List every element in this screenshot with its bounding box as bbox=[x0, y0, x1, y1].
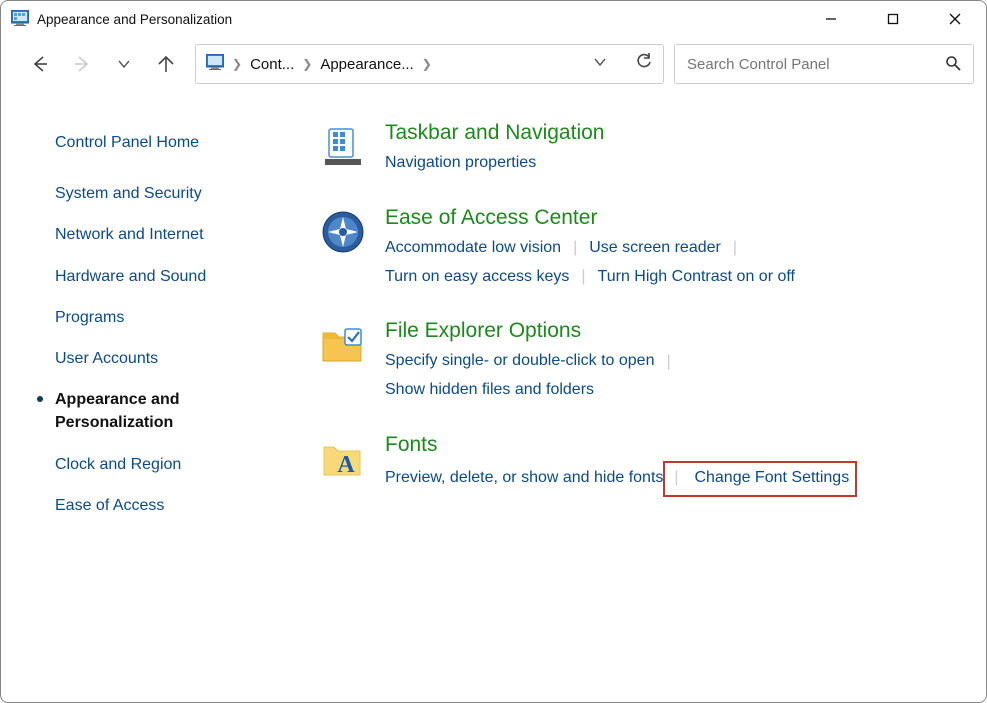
sidebar-item-label: Ease of Access bbox=[55, 494, 164, 517]
category-file-explorer: File Explorer Options Specify single- or… bbox=[321, 319, 956, 405]
breadcrumb-separator[interactable]: ❯ bbox=[422, 57, 432, 71]
sidebar-item-ease[interactable]: Ease of Access bbox=[37, 494, 279, 517]
category-title[interactable]: File Explorer Options bbox=[385, 319, 956, 343]
category-fonts: A Fonts Preview, delete, or show and hid… bbox=[321, 433, 956, 497]
sidebar-item-label: System and Security bbox=[55, 182, 202, 205]
refresh-button[interactable] bbox=[635, 53, 653, 75]
category-taskbar: Taskbar and Navigation Navigation proper… bbox=[321, 121, 956, 178]
sidebar-item-clock[interactable]: Clock and Region bbox=[37, 453, 279, 476]
sidebar-item-system[interactable]: System and Security bbox=[37, 182, 279, 205]
breadcrumb-separator[interactable]: ❯ bbox=[232, 57, 242, 71]
nav-buttons bbox=[13, 53, 185, 75]
window-controls bbox=[800, 1, 986, 37]
sidebar-item-home[interactable]: Control Panel Home bbox=[37, 131, 279, 154]
file-explorer-options-icon bbox=[321, 323, 365, 367]
link-preview-fonts[interactable]: Preview, delete, or show and hide fonts bbox=[385, 464, 663, 493]
control-panel-icon bbox=[206, 54, 224, 74]
breadcrumb-separator[interactable]: ❯ bbox=[302, 57, 312, 71]
sidebar-item-label: Appearance and Personalization bbox=[55, 388, 279, 434]
category-title[interactable]: Taskbar and Navigation bbox=[385, 121, 956, 145]
link-use-screen-reader[interactable]: Use screen reader bbox=[589, 234, 721, 263]
link-hidden-files[interactable]: Show hidden files and folders bbox=[385, 376, 594, 405]
sidebar-item-users[interactable]: User Accounts bbox=[37, 347, 279, 370]
link-separator: | bbox=[573, 239, 577, 257]
up-button[interactable] bbox=[155, 53, 177, 75]
sidebar-item-programs[interactable]: Programs bbox=[37, 306, 279, 329]
sidebar-item-network[interactable]: Network and Internet bbox=[37, 223, 279, 246]
sidebar-item-label: User Accounts bbox=[55, 347, 158, 370]
maximize-button[interactable] bbox=[862, 1, 924, 37]
address-dropdown[interactable] bbox=[593, 55, 607, 73]
search-icon[interactable] bbox=[945, 55, 961, 74]
forward-button[interactable] bbox=[71, 53, 93, 75]
link-change-font-settings[interactable]: Change Font Settings bbox=[694, 469, 849, 486]
link-navigation-properties[interactable]: Navigation properties bbox=[385, 149, 536, 178]
link-separator: | bbox=[674, 469, 678, 486]
ease-of-access-icon bbox=[321, 210, 365, 254]
breadcrumb-control-panel[interactable]: Cont... bbox=[250, 56, 294, 73]
sidebar-item-label: Clock and Region bbox=[55, 453, 181, 476]
title-bar: Appearance and Personalization bbox=[1, 1, 986, 37]
app-icon bbox=[11, 10, 29, 29]
back-button[interactable] bbox=[29, 53, 51, 75]
category-ease-of-access: Ease of Access Center Accommodate low vi… bbox=[321, 206, 956, 292]
link-separator: | bbox=[581, 268, 585, 286]
close-button[interactable] bbox=[924, 1, 986, 37]
content-area: Control Panel Home System and Security N… bbox=[1, 91, 986, 702]
link-click-to-open[interactable]: Specify single- or double-click to open bbox=[385, 347, 654, 376]
link-high-contrast[interactable]: Turn High Contrast on or off bbox=[598, 263, 795, 292]
svg-text:A: A bbox=[337, 452, 355, 478]
highlighted-link-box: | Change Font Settings bbox=[663, 461, 857, 497]
category-title[interactable]: Ease of Access Center bbox=[385, 206, 956, 230]
link-separator: | bbox=[666, 353, 670, 371]
link-accommodate-low-vision[interactable]: Accommodate low vision bbox=[385, 234, 561, 263]
fonts-icon: A bbox=[321, 437, 365, 481]
minimize-button[interactable] bbox=[800, 1, 862, 37]
recent-dropdown[interactable] bbox=[113, 53, 135, 75]
search-box[interactable] bbox=[674, 44, 974, 84]
link-easy-access-keys[interactable]: Turn on easy access keys bbox=[385, 263, 569, 292]
window-title: Appearance and Personalization bbox=[37, 12, 800, 27]
navigation-toolbar: ❯ Cont... ❯ Appearance... ❯ bbox=[1, 37, 986, 91]
sidebar-item-label: Control Panel Home bbox=[55, 131, 199, 154]
taskbar-icon bbox=[321, 125, 365, 169]
category-title[interactable]: Fonts bbox=[385, 433, 956, 457]
window-frame: Appearance and Personalization bbox=[0, 0, 987, 703]
sidebar-item-hardware[interactable]: Hardware and Sound bbox=[37, 265, 279, 288]
address-bar[interactable]: ❯ Cont... ❯ Appearance... ❯ bbox=[195, 44, 664, 84]
sidebar-item-label: Programs bbox=[55, 306, 124, 329]
main-panel: Taskbar and Navigation Navigation proper… bbox=[291, 91, 986, 702]
sidebar-item-label: Hardware and Sound bbox=[55, 265, 206, 288]
sidebar: Control Panel Home System and Security N… bbox=[1, 91, 291, 702]
breadcrumb-appearance[interactable]: Appearance... bbox=[320, 56, 413, 73]
search-input[interactable] bbox=[687, 56, 945, 73]
link-separator: | bbox=[733, 239, 737, 257]
sidebar-item-appearance[interactable]: Appearance and Personalization bbox=[37, 388, 279, 434]
sidebar-item-label: Network and Internet bbox=[55, 223, 204, 246]
